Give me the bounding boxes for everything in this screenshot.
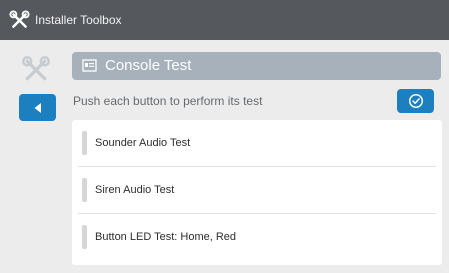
- test-label: Button LED Test: Home, Red: [95, 231, 237, 243]
- check-circle-icon: [408, 93, 424, 109]
- left-triangle-icon: [31, 101, 45, 115]
- console-test-title: Console Test: [105, 57, 192, 74]
- test-list: Sounder Audio Test Siren Audio Test Butt…: [72, 120, 442, 265]
- row-indicator: [82, 225, 87, 249]
- button-led-test-button[interactable]: Button LED Test: Home, Red: [78, 214, 436, 260]
- row-indicator: [82, 178, 87, 202]
- row-indicator: [82, 131, 87, 155]
- test-label: Siren Audio Test: [95, 184, 175, 196]
- top-bar: Installer Toolbox: [0, 0, 449, 40]
- sounder-audio-test-button[interactable]: Sounder Audio Test: [78, 120, 436, 166]
- siren-audio-test-button[interactable]: Siren Audio Test: [78, 167, 436, 213]
- instructions-text: Push each button to perform its test: [73, 94, 263, 108]
- back-button[interactable]: [19, 94, 56, 121]
- test-label: Sounder Audio Test: [95, 137, 191, 149]
- console-icon: [82, 59, 97, 72]
- tools-icon: [9, 10, 30, 31]
- installer-toolbox-screen: Installer Toolbox Console Test Push each…: [0, 0, 449, 273]
- console-test-header: Console Test: [72, 52, 441, 80]
- app-title: Installer Toolbox: [35, 13, 122, 27]
- sidebar-tools-icon: [21, 55, 51, 85]
- confirm-button[interactable]: [397, 89, 434, 113]
